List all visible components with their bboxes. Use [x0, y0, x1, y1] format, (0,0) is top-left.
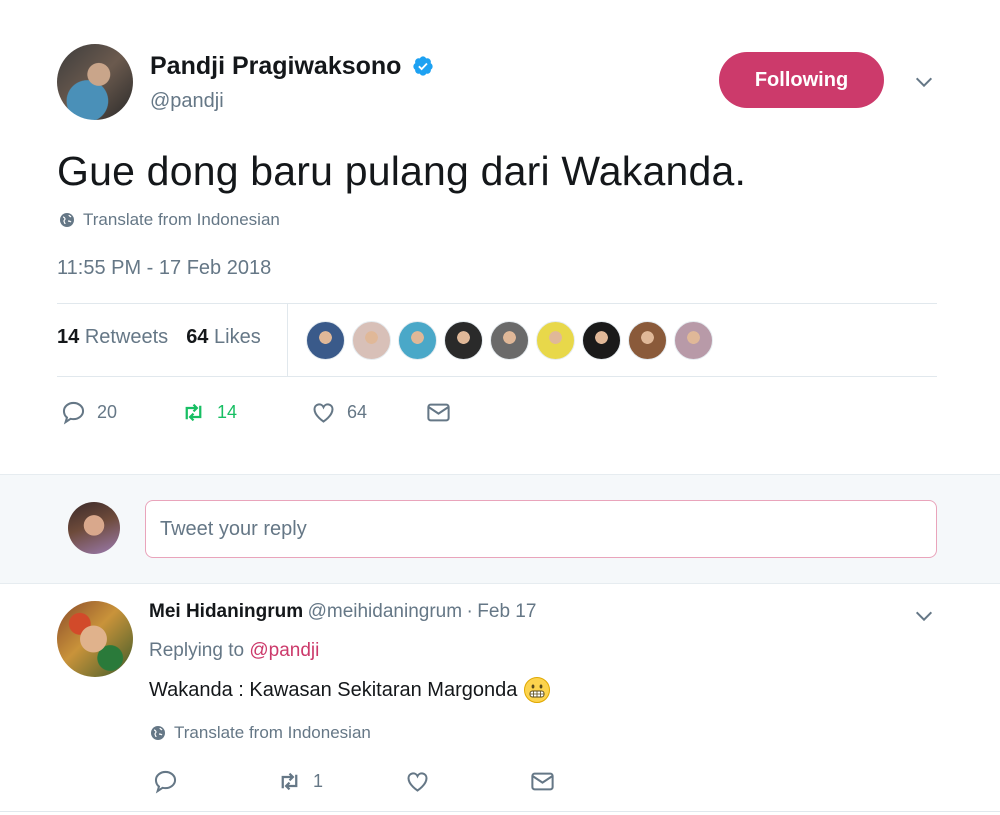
reply-author-handle[interactable]: @meihidaningrum [308, 601, 462, 622]
replying-to-handle[interactable]: @pandji [249, 640, 319, 661]
direct-message-action[interactable] [425, 399, 452, 426]
tweet-text: Gue dong baru pulang dari Wakanda. [57, 148, 747, 194]
translate-label[interactable]: Translate from Indonesian [83, 210, 280, 230]
liker-avatar[interactable] [490, 321, 529, 360]
replying-to: Replying to @pandji [149, 640, 319, 662]
author-handle[interactable]: @pandji [150, 90, 224, 113]
following-button[interactable]: Following [719, 52, 884, 108]
retweets-label: Retweets [84, 326, 169, 348]
engagement-stats: 14 Retweets 64 Likes [57, 326, 261, 349]
reply-actions: 1 [152, 768, 556, 795]
likes-label: Likes [214, 326, 261, 348]
liker-avatar[interactable] [536, 321, 575, 360]
like-action[interactable]: 64 [310, 399, 425, 426]
reply-retweet-count: 1 [313, 771, 324, 791]
globe-icon [60, 213, 74, 227]
reply-chevron-down-icon[interactable] [913, 605, 935, 627]
author-name[interactable]: Pandji Pragiwaksono [150, 52, 401, 80]
retweet-action[interactable]: 14 [180, 399, 310, 426]
translate-link[interactable]: Translate from Indonesian [59, 210, 280, 230]
reply-input[interactable]: Tweet your reply [145, 500, 937, 558]
liker-avatar[interactable] [444, 321, 483, 360]
reply-translate-label[interactable]: Translate from Indonesian [174, 723, 371, 743]
current-user-avatar[interactable] [68, 502, 120, 554]
like-count: 64 [347, 402, 368, 422]
tweet-timestamp[interactable]: 11:55 PM - 17 Feb 2018 [57, 257, 271, 280]
reply-header: Mei Hidaningrum @meihidaningrum · Feb 17 [149, 601, 536, 623]
retweet-icon [185, 403, 202, 422]
reply-count: 20 [97, 402, 118, 422]
reply-date[interactable]: Feb 17 [477, 601, 536, 622]
stats-separator [287, 304, 288, 376]
author-avatar[interactable] [57, 44, 133, 120]
reply-text: Wakanda : Kawasan Sekitaran Margonda [149, 678, 518, 701]
verified-badge-icon [413, 56, 433, 76]
reply-separator: · [466, 601, 473, 622]
liker-avatar[interactable] [674, 321, 713, 360]
chevron-down-icon[interactable] [913, 71, 935, 93]
envelope-icon [427, 403, 450, 422]
envelope-icon [531, 772, 554, 791]
reply-retweet-action[interactable]: 1 [276, 768, 404, 795]
heart-icon [407, 772, 428, 792]
reply-translate-link[interactable]: Translate from Indonesian [150, 723, 371, 743]
reply-input-placeholder: Tweet your reply [160, 517, 307, 540]
divider [57, 303, 937, 304]
likers-avatars [306, 321, 713, 360]
reply-author-avatar[interactable] [57, 601, 133, 677]
reply-author-name[interactable]: Mei Hidaningrum [149, 601, 303, 622]
author-name-row[interactable]: Pandji Pragiwaksono [150, 52, 434, 81]
reply-icon [62, 401, 85, 425]
liker-avatar[interactable] [628, 321, 667, 360]
divider [57, 376, 937, 377]
likes-count: 64 [186, 326, 209, 348]
tweet-actions: 20 14 64 [60, 399, 452, 426]
globe-icon [151, 726, 165, 740]
retweets-count: 14 [57, 326, 80, 348]
liker-avatar[interactable] [306, 321, 345, 360]
retweet-icon [281, 772, 298, 791]
divider [0, 811, 1000, 812]
retweets-stat[interactable]: 14 Retweets [57, 326, 168, 349]
liker-avatar[interactable] [398, 321, 437, 360]
reply-icon [154, 770, 177, 794]
reply-reply-action[interactable] [152, 768, 276, 795]
grimacing-face-icon [524, 677, 551, 703]
retweet-count: 14 [217, 402, 238, 422]
heart-icon [313, 403, 334, 423]
reply-like-action[interactable] [404, 768, 529, 795]
replying-to-label: Replying to [149, 640, 245, 661]
liker-avatar[interactable] [352, 321, 391, 360]
likes-stat[interactable]: 64 Likes [186, 326, 261, 349]
reply-action[interactable]: 20 [60, 399, 180, 426]
liker-avatar[interactable] [582, 321, 621, 360]
reply-text-row: Wakanda : Kawasan Sekitaran Margonda [149, 676, 551, 704]
reply-direct-message-action[interactable] [529, 768, 556, 795]
